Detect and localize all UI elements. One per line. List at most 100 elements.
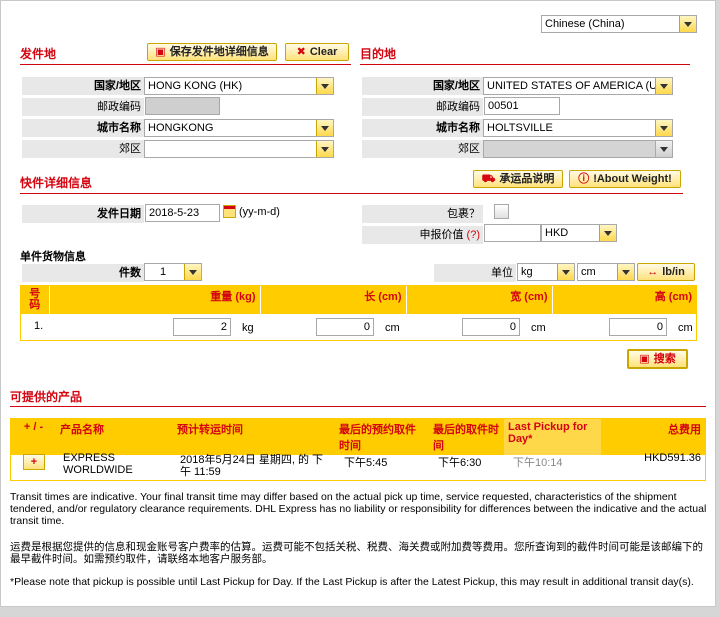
origin-postal-label: 邮政编码 xyxy=(22,98,144,116)
length-unit-select[interactable]: cm xyxy=(577,263,635,281)
search-icon: ▣ xyxy=(639,353,650,365)
length-input[interactable]: 0 xyxy=(316,318,374,336)
unit-toggle-label: lb/in xyxy=(662,266,685,278)
chevron-down-icon xyxy=(599,225,616,241)
piece-count-select[interactable]: 1 xyxy=(144,263,202,281)
chevron-down-icon xyxy=(316,78,333,94)
destination-postal-input[interactable]: 00501 xyxy=(484,97,560,115)
origin-city-label: 城市名称 xyxy=(22,119,144,137)
total-price: HKD591.36 xyxy=(644,452,701,464)
origin-divider xyxy=(20,64,351,65)
rate-disclaimer: 运费是根据您提供的信息和现金账号客户费率的估算。运费可能不包括关税、税费、海关费… xyxy=(10,541,703,565)
col-header-transit: 预计转运时间 xyxy=(173,419,335,455)
currency-select[interactable]: HKD xyxy=(541,224,617,242)
col-header-length: 长 (cm) xyxy=(260,286,407,314)
carrier-terms-button[interactable]: ⛟ 承运品说明 xyxy=(473,170,563,188)
piece-count-label: 件数 xyxy=(22,264,144,282)
destination-city-select[interactable]: HOLTSVILLE xyxy=(483,119,673,137)
results-title: 可提供的产品 xyxy=(10,390,83,404)
chevron-down-icon xyxy=(655,141,672,157)
weight-input[interactable]: 2 xyxy=(173,318,231,336)
destination-divider xyxy=(360,64,690,65)
shipment-divider xyxy=(20,193,683,194)
destination-country-select[interactable]: UNITED STATES OF AMERICA (US) xyxy=(483,77,673,95)
weight-unit-select[interactable]: kg xyxy=(517,263,575,281)
date-format-hint: (yy-m-d) xyxy=(239,206,280,218)
package-label: 包裹？ xyxy=(362,205,483,223)
last-pickup-time: 下午6:30 xyxy=(438,457,482,469)
height-unit-text: cm xyxy=(678,322,693,334)
weight-unit-value: kg xyxy=(521,266,533,278)
origin-title: 发件地 xyxy=(20,47,57,61)
expand-row-button[interactable]: + xyxy=(23,454,45,470)
info-icon: ⓘ xyxy=(578,173,590,185)
chevron-down-icon xyxy=(679,16,696,32)
chevron-down-icon xyxy=(557,264,574,280)
origin-city-select[interactable]: HONGKONG xyxy=(144,119,334,137)
width-input[interactable]: 0 xyxy=(462,318,520,336)
transit-time: 2018年5月24日 星期四, 的 下午 11:59 xyxy=(180,454,324,478)
weight-unit-text: kg xyxy=(242,322,254,334)
close-icon: ✖ xyxy=(296,46,306,58)
calendar-icon[interactable] xyxy=(223,205,236,218)
language-value: Chinese (China) xyxy=(545,18,625,30)
destination-city-value: HOLTSVILLE xyxy=(487,122,553,134)
col-header-toggle: + / - xyxy=(11,419,56,455)
destination-suburb-select[interactable] xyxy=(483,140,673,158)
declared-value-input[interactable] xyxy=(484,224,541,242)
col-header-last-pickup-day: Last Pickup for Day* xyxy=(504,419,601,455)
col-header-weight: 重量 (kg) xyxy=(49,286,261,314)
height-input[interactable]: 0 xyxy=(609,318,667,336)
destination-country-value: UNITED STATES OF AMERICA (US) xyxy=(487,80,669,92)
chevron-down-icon xyxy=(655,120,672,136)
chevron-down-icon xyxy=(316,141,333,157)
length-unit-value: cm xyxy=(581,266,596,278)
col-header-no: 号码 xyxy=(21,286,50,314)
currency-value: HKD xyxy=(545,227,569,239)
save-origin-button[interactable]: ▣ 保存发件地详细信息 xyxy=(147,43,277,61)
declared-help-link[interactable]: (?) xyxy=(467,229,480,241)
package-checkbox[interactable] xyxy=(494,204,509,219)
plus-icon: + xyxy=(30,456,38,468)
destination-suburb-label: 郊区 xyxy=(362,140,483,158)
origin-suburb-label: 郊区 xyxy=(22,140,144,158)
results-divider xyxy=(10,406,706,407)
shipment-title: 快件详细信息 xyxy=(20,176,93,190)
col-header-width: 宽 (cm) xyxy=(406,286,553,314)
about-weight-label: !About Weight! xyxy=(593,173,672,185)
clear-label: Clear xyxy=(309,46,338,58)
last-pickup-day-time: 下午10:14 xyxy=(513,457,563,469)
about-weight-button[interactable]: ⓘ !About Weight! xyxy=(569,170,681,188)
carrier-terms-label: 承运品说明 xyxy=(499,173,555,185)
width-unit-text: cm xyxy=(531,322,546,334)
ship-date-input[interactable]: 2018-5-23 xyxy=(145,204,220,222)
product-name: EXPRESS WORLDWIDE xyxy=(63,452,133,476)
col-header-last-pickup: 最后的取件时间 xyxy=(429,419,504,455)
save-origin-label: 保存发件地详细信息 xyxy=(169,46,269,58)
last-booking-time: 下午5:45 xyxy=(344,457,388,469)
transit-disclaimer: Transit times are indicative. Your final… xyxy=(10,491,707,527)
clear-button[interactable]: ✖ Clear xyxy=(285,43,349,61)
origin-country-value: HONG KONG (HK) xyxy=(148,80,243,92)
chevron-down-icon xyxy=(184,264,201,280)
destination-city-label: 城市名称 xyxy=(362,119,483,137)
chevron-down-icon xyxy=(316,120,333,136)
row-number: 1. xyxy=(34,320,44,332)
language-select[interactable]: Chinese (China) xyxy=(541,15,697,33)
search-button[interactable]: ▣ 搜索 xyxy=(627,349,688,369)
ship-date-label: 发件日期 xyxy=(22,205,144,223)
origin-country-select[interactable]: HONG KONG (HK) xyxy=(144,77,334,95)
length-unit-text: cm xyxy=(385,322,400,334)
destination-title: 目的地 xyxy=(360,47,397,61)
truck-icon: ⛟ xyxy=(481,173,496,185)
origin-suburb-select[interactable] xyxy=(144,140,334,158)
origin-postal-input[interactable] xyxy=(145,97,220,115)
col-header-product: 产品名称 xyxy=(56,419,173,455)
destination-country-label: 国家/地区 xyxy=(362,77,483,95)
col-header-total: 总费用 xyxy=(601,419,705,455)
origin-city-value: HONGKONG xyxy=(148,122,214,134)
unit-toggle-button[interactable]: ↔ lb/in xyxy=(637,263,695,281)
col-header-last-booking: 最后的预约取件时间 xyxy=(335,419,429,455)
declared-value-label: 申报价值 (?) xyxy=(362,226,483,244)
save-icon: ▣ xyxy=(155,46,166,58)
